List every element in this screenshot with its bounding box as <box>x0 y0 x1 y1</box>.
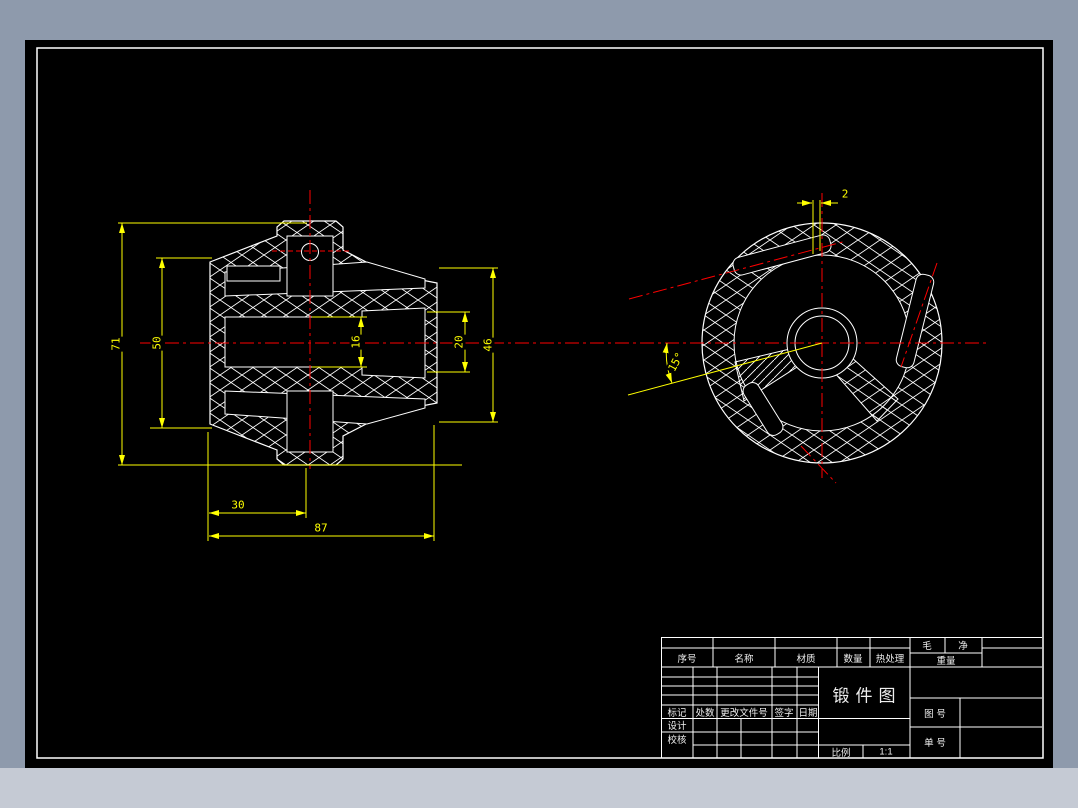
dim-overall-height: 71 <box>109 336 123 352</box>
tb-sheet-no: 单 号 <box>924 738 946 749</box>
tb-weight-gross: 毛 <box>922 641 932 652</box>
tb-design: 设计 <box>667 721 687 732</box>
tb-drawing-no: 图 号 <box>924 709 946 720</box>
tb-scale-label: 比例 <box>831 748 851 759</box>
dim-wall: 2 <box>840 187 850 201</box>
tb-weight: 重量 <box>936 656 956 667</box>
tb-change-doc: 更改文件号 <box>720 708 768 719</box>
status-bar <box>0 768 1078 808</box>
tb-mark: 标记 <box>667 708 687 719</box>
tb-signature: 签字 <box>774 708 794 719</box>
cad-window: 71 50 16 20 46 30 87 2 15° 序号 名称 材质 数量 热… <box>0 0 1078 808</box>
dim-bore-right: 20 <box>452 334 466 350</box>
dim-flange-height: 50 <box>150 335 164 351</box>
tb-material: 材质 <box>796 654 816 665</box>
dim-bore: 16 <box>349 334 363 350</box>
tb-date: 日期 <box>798 708 818 719</box>
tb-count: 处数 <box>695 708 715 719</box>
tb-weight-net: 净 <box>958 641 968 652</box>
tb-check: 校核 <box>667 735 687 746</box>
drawing-title: 锻件图 <box>832 686 902 706</box>
tb-scale-value: 1:1 <box>879 746 893 758</box>
dim-length-overall: 87 <box>313 521 329 535</box>
tb-serial: 序号 <box>677 654 697 665</box>
tb-name: 名称 <box>734 654 754 665</box>
dim-right-face: 46 <box>481 337 495 353</box>
tb-qty: 数量 <box>843 654 863 665</box>
drawing-linework <box>36 47 1044 759</box>
dim-length-step: 30 <box>230 498 246 512</box>
tb-heat-treat: 热处理 <box>875 654 905 665</box>
